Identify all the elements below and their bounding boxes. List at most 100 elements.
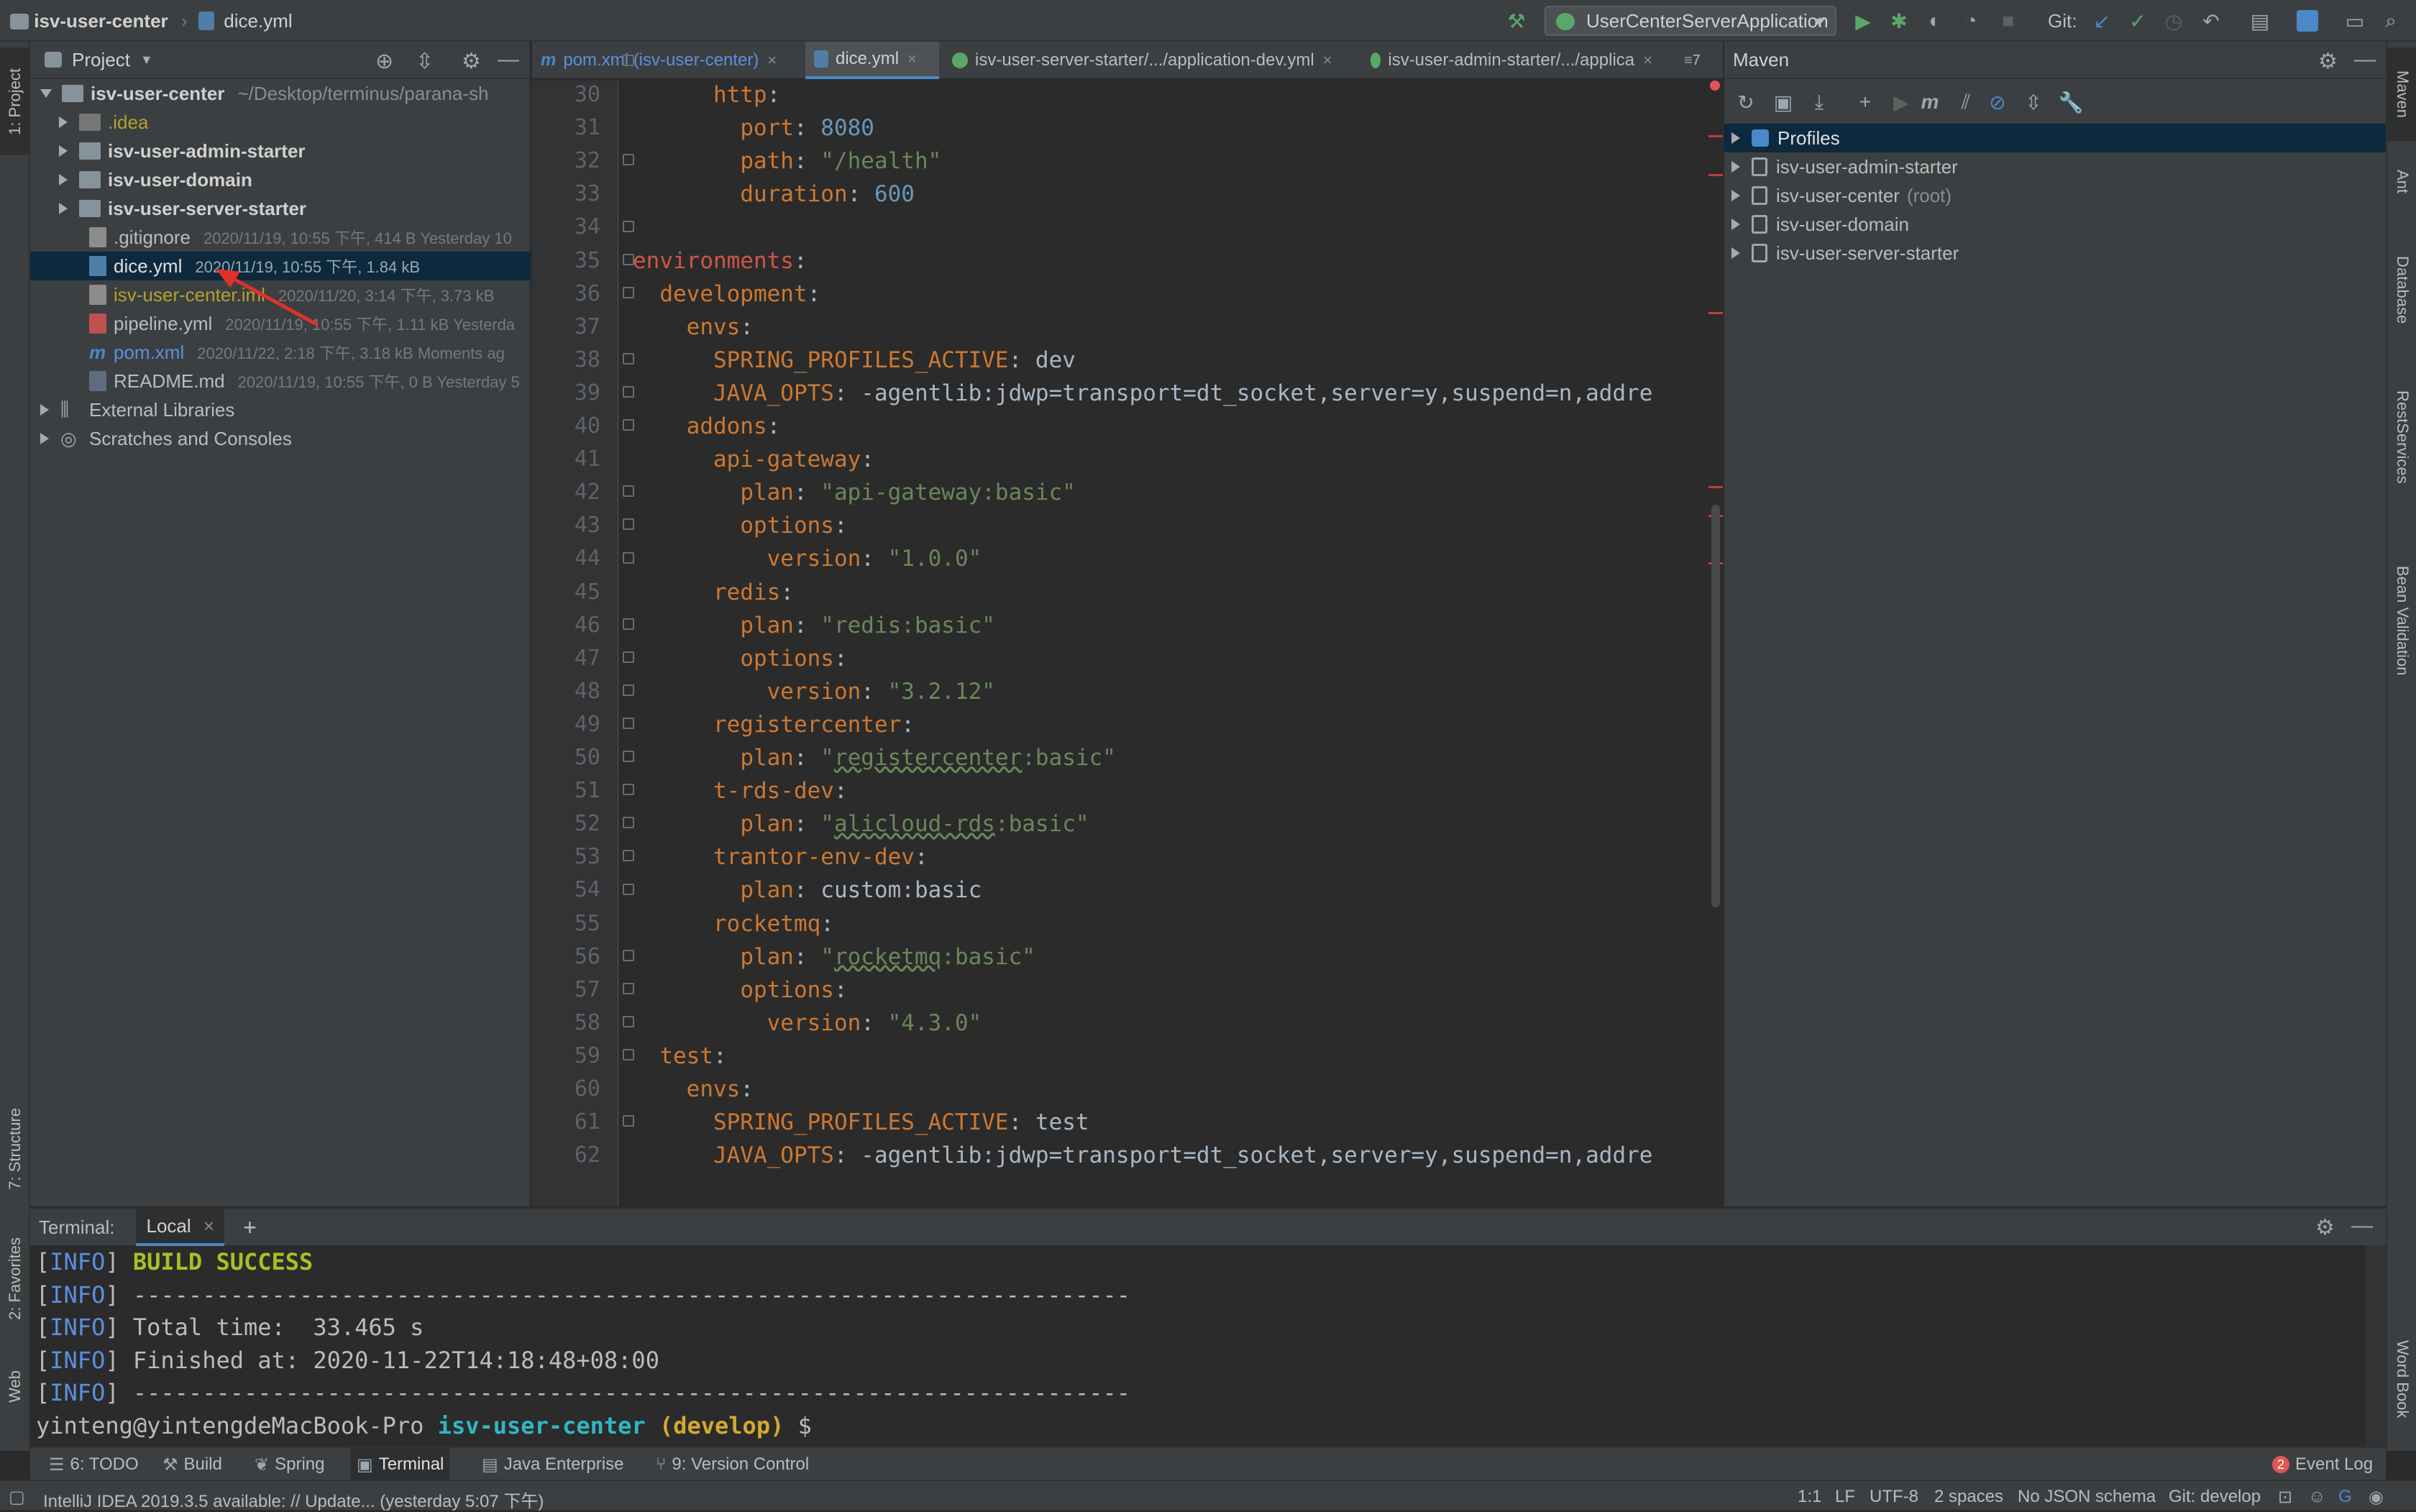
run-icon[interactable]: ▶: [1849, 7, 1877, 35]
status-toggle-icon[interactable]: ▢: [9, 1487, 25, 1508]
fold-marker-icon[interactable]: [623, 784, 634, 796]
tool-build[interactable]: ⚒ Build: [157, 1448, 228, 1481]
lock-icon[interactable]: ⊡: [2278, 1487, 2292, 1508]
code-line[interactable]: version: "4.3.0": [633, 1010, 982, 1036]
code-line[interactable]: rocketmq:: [633, 911, 834, 937]
code-line[interactable]: envs:: [633, 314, 754, 340]
terminal-tab-local[interactable]: Local ×: [136, 1209, 225, 1246]
presentation-icon[interactable]: ▭: [2341, 7, 2369, 35]
code-line[interactable]: http:: [633, 82, 780, 108]
tree-root[interactable]: isv-user-center ~/Desktop/terminus/paran…: [30, 79, 531, 108]
locate-icon[interactable]: ⊕: [375, 49, 393, 74]
breadcrumb-file[interactable]: dice.yml: [198, 10, 293, 32]
build-hammer-icon[interactable]: ⚒: [1503, 7, 1530, 35]
stop-icon[interactable]: ■: [1995, 7, 2022, 35]
tab-application-dev-yml[interactable]: isv-user-server-starter/.../application-…: [943, 42, 1362, 79]
wrench-icon[interactable]: 🔧: [2056, 88, 2085, 116]
fold-marker-icon[interactable]: [623, 485, 634, 498]
code-line[interactable]: duration: 600: [633, 181, 915, 207]
collapse-all-icon[interactable]: ⇳: [2019, 88, 2048, 116]
tab-restservices[interactable]: RestServices: [2387, 358, 2416, 516]
fold-marker-icon[interactable]: [623, 253, 634, 265]
download-icon[interactable]: ⤓: [1805, 88, 1834, 116]
run-configuration-select[interactable]: UserCenterServerApplication: [1545, 6, 1836, 36]
project-structure-icon[interactable]: ▤: [2246, 7, 2274, 35]
coverage-icon[interactable]: ◐: [1921, 7, 1949, 35]
fold-marker-icon[interactable]: [623, 718, 634, 729]
breadcrumb-project[interactable]: isv-user-center: [10, 10, 168, 32]
view-dropdown-icon[interactable]: ▼: [140, 52, 153, 68]
tree-item-server-starter[interactable]: isv-user-server-starter: [30, 194, 531, 223]
tool-version-control[interactable]: ⑂ 9: Version Control: [650, 1448, 815, 1481]
fold-marker-icon[interactable]: [623, 220, 634, 232]
close-icon[interactable]: ×: [767, 51, 777, 70]
status-indent[interactable]: 2 spaces: [1934, 1487, 2003, 1507]
code-line[interactable]: redis:: [633, 579, 794, 605]
terminal-scrollbar[interactable]: [2366, 1245, 2386, 1448]
rollback-icon[interactable]: ↶: [2197, 7, 2225, 35]
tab-word-book[interactable]: Word Book: [2387, 1307, 2416, 1451]
error-stripe[interactable]: [1708, 312, 1723, 314]
tree-item-idea[interactable]: .idea: [30, 108, 531, 137]
fold-marker-icon[interactable]: [623, 618, 634, 630]
fold-marker-icon[interactable]: [623, 850, 634, 862]
fold-marker-icon[interactable]: [623, 286, 634, 298]
tree-item-readme[interactable]: README.md 2020/11/19, 10:55 下午, 0 B Yest…: [30, 367, 531, 395]
fold-marker-icon[interactable]: [623, 1115, 634, 1127]
tool-event-log[interactable]: 2 Event Log: [2266, 1448, 2379, 1481]
editor-scrollbar[interactable]: [1708, 81, 1723, 1206]
tree-item-admin-starter[interactable]: isv-user-admin-starter: [30, 137, 531, 165]
code-line[interactable]: JAVA_OPTS: -agentlib:jdwp=transport=dt_s…: [633, 380, 1652, 406]
fold-marker-icon[interactable]: [623, 154, 634, 166]
fold-marker-icon[interactable]: [623, 551, 634, 564]
tool-spring[interactable]: ❦ Spring: [249, 1448, 330, 1481]
code-line[interactable]: version: "3.2.12": [633, 679, 995, 705]
tree-item-pom-xml[interactable]: m pom.xml 2020/11/22, 2:18 下午, 3.18 kB M…: [30, 338, 531, 367]
fold-marker-icon[interactable]: [623, 883, 634, 895]
close-icon[interactable]: ×: [907, 50, 917, 68]
code-line[interactable]: envs:: [633, 1076, 754, 1102]
minimize-icon[interactable]: —: [498, 47, 519, 72]
code-line[interactable]: options:: [633, 513, 847, 539]
scrollbar-thumb[interactable]: [1711, 505, 1720, 907]
terminal-prompt[interactable]: yinteng@yintengdeMacBook-Pro isv-user-ce…: [36, 1412, 812, 1439]
fold-marker-icon[interactable]: [623, 982, 634, 994]
maven-project-domain[interactable]: isv-user-domain: [1724, 210, 2386, 239]
code-line[interactable]: plan: "rocketmq:basic": [633, 944, 1035, 970]
status-caret-position[interactable]: 1:1: [1798, 1487, 1821, 1507]
tab-favorites[interactable]: 2: Favorites: [0, 1221, 30, 1336]
maven-project-server-starter[interactable]: isv-user-server-starter: [1724, 239, 2386, 267]
fold-marker-icon[interactable]: [623, 55, 634, 66]
tab-dice-yml[interactable]: dice.yml ×: [805, 42, 939, 79]
tab-overflow[interactable]: ≡ 7: [1675, 42, 1723, 79]
code-line[interactable]: SPRING_PROFILES_ACTIVE: test: [633, 1109, 1089, 1135]
tab-ant[interactable]: Ant: [2387, 150, 2416, 214]
code-line[interactable]: plan: "redis:basic": [633, 613, 995, 638]
fold-marker-icon[interactable]: [623, 817, 634, 829]
code-line[interactable]: plan: "api-gateway:basic": [633, 480, 1076, 505]
tool-java-enterprise[interactable]: ▤ Java Enterprise: [476, 1448, 629, 1481]
error-stripe[interactable]: [1708, 174, 1723, 176]
tree-external-libraries[interactable]: ⫼ External Libraries: [30, 395, 531, 424]
code-line[interactable]: api-gateway:: [633, 446, 874, 472]
status-encoding[interactable]: UTF-8: [1870, 1487, 1918, 1507]
fold-marker-icon[interactable]: [623, 949, 634, 961]
new-session-icon[interactable]: +: [243, 1214, 257, 1241]
tree-item-domain[interactable]: isv-user-domain: [30, 165, 531, 194]
debug-icon[interactable]: ✱: [1885, 7, 1913, 35]
git-update-icon[interactable]: ↙: [2088, 7, 2115, 35]
code-line[interactable]: path: "/health": [633, 148, 941, 174]
tree-scratches[interactable]: ◎ Scratches and Consoles: [30, 424, 531, 453]
profiler-icon[interactable]: ◔: [1957, 7, 1985, 35]
code-line[interactable]: trantor-env-dev:: [633, 844, 928, 870]
gear-icon[interactable]: ⚙: [462, 49, 481, 74]
error-stripe[interactable]: [1708, 135, 1723, 137]
tool-terminal[interactable]: ▣ Terminal: [351, 1448, 450, 1481]
maven-project-admin-starter[interactable]: isv-user-admin-starter: [1724, 152, 2386, 181]
fold-marker-icon[interactable]: [623, 419, 634, 431]
fold-marker-icon[interactable]: [623, 1049, 634, 1060]
inspector-icon[interactable]: ☺: [2308, 1487, 2326, 1507]
tab-web[interactable]: Web: [0, 1350, 30, 1422]
error-indicator-icon[interactable]: [1710, 81, 1720, 91]
code-line[interactable]: port: 8080: [633, 115, 874, 141]
